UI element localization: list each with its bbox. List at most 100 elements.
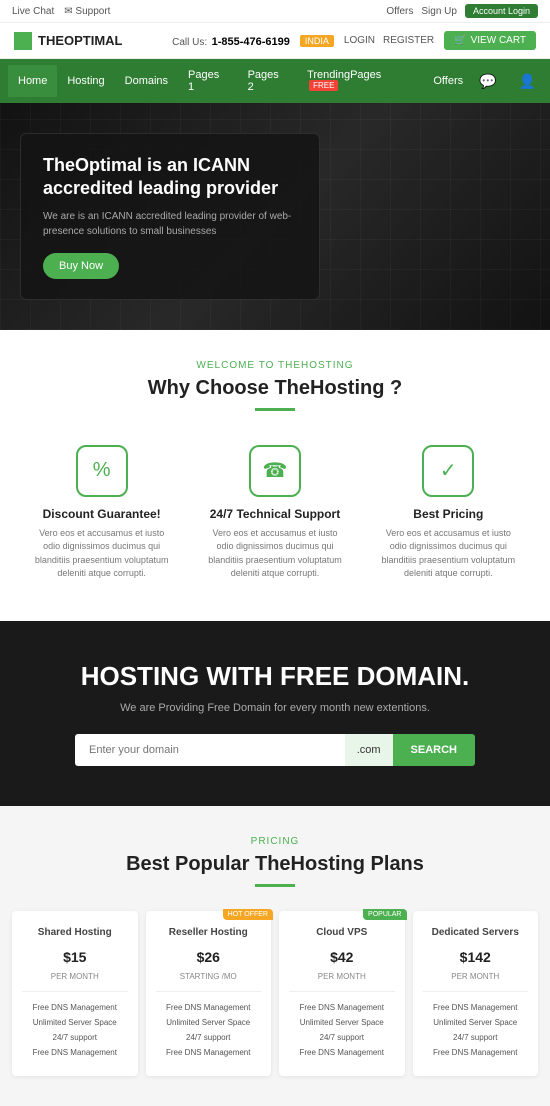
- vps-feature-3: 24/7 support: [289, 1030, 395, 1045]
- offers-link[interactable]: Offers: [386, 6, 413, 17]
- feature-discount-title: Discount Guarantee!: [30, 507, 173, 521]
- pricing-card-shared: Shared Hosting $15 PER MONTH Free DNS Ma…: [12, 911, 138, 1076]
- top-bar-left: Live Chat ✉ Support: [12, 6, 110, 17]
- domain-description: We are Providing Free Domain for every m…: [20, 702, 530, 714]
- dedicated-currency: $: [460, 950, 468, 964]
- dedicated-title: Dedicated Servers: [423, 927, 529, 938]
- feature-discount: % Discount Guarantee! Vero eos et accusa…: [20, 435, 183, 591]
- dedicated-feature-4: Free DNS Management: [423, 1045, 529, 1060]
- support-icon: ☎: [249, 445, 301, 497]
- nav-home[interactable]: Home: [8, 65, 57, 97]
- buy-now-button[interactable]: Buy Now: [43, 253, 119, 279]
- login-link[interactable]: LOGIN: [344, 35, 375, 46]
- trending-badge: FREE: [309, 80, 338, 91]
- vps-feature-1: Free DNS Management: [289, 1000, 395, 1015]
- hero-content: TheOptimal is an ICANN accredited leadin…: [20, 133, 320, 300]
- chat-icon[interactable]: 💬: [473, 65, 502, 98]
- domain-search-button[interactable]: SEARCH: [393, 734, 475, 766]
- nav-offers[interactable]: Offers: [423, 65, 473, 97]
- feature-pricing-title: Best Pricing: [377, 507, 520, 521]
- nav-icons: 💬 👤: [473, 65, 542, 98]
- top-bar: Live Chat ✉ Support Offers Sign Up Accou…: [0, 0, 550, 23]
- feature-support-title: 24/7 Technical Support: [203, 507, 346, 521]
- why-divider: [255, 408, 295, 411]
- user-icon[interactable]: 👤: [513, 65, 542, 98]
- why-section: WELCOME TO THEHOSTING Why Choose TheHost…: [0, 330, 550, 621]
- nav-pages1[interactable]: Pages 1: [178, 59, 238, 103]
- logo-text: THEOPTIMAL: [38, 33, 123, 48]
- shared-title: Shared Hosting: [22, 927, 128, 938]
- header-right: Call Us: 1-855-476-6199 INDIA LOGIN REGI…: [172, 31, 536, 50]
- nav-hosting[interactable]: Hosting: [57, 65, 114, 97]
- feature-pricing: ✓ Best Pricing Vero eos et accusamus et …: [367, 435, 530, 591]
- vps-period: PER MONTH: [289, 972, 395, 981]
- features-list: % Discount Guarantee! Vero eos et accusa…: [20, 435, 530, 591]
- vps-feature-4: Free DNS Management: [289, 1045, 395, 1060]
- domain-search-bar: .com SEARCH: [75, 734, 475, 766]
- feature-pricing-desc: Vero eos et accusamus et iusto odio dign…: [377, 527, 520, 581]
- sign-up-link[interactable]: Sign Up: [421, 6, 457, 17]
- domain-section: HOSTING WITH FREE DOMAIN. We are Providi…: [0, 621, 550, 806]
- shared-feature-2: Unlimited Server Space: [22, 1015, 128, 1030]
- pricing-card-vps: POPULAR Cloud VPS $42 PER MONTH Free DNS…: [279, 911, 405, 1076]
- shared-feature-1: Free DNS Management: [22, 1000, 128, 1015]
- vps-currency: $: [330, 950, 338, 964]
- shared-price: $15: [22, 946, 128, 972]
- shared-currency: $: [63, 950, 71, 964]
- hot-offer-badge: HOT OFFER: [223, 909, 273, 920]
- domain-extension: .com: [345, 734, 393, 766]
- feature-support-desc: Vero eos et accusamus et iusto odio dign…: [203, 527, 346, 581]
- hero-title: TheOptimal is an ICANN accredited leadin…: [43, 154, 297, 201]
- shared-feature-4: Free DNS Management: [22, 1045, 128, 1060]
- logo-icon: [14, 32, 32, 50]
- main-nav: Home Hosting Domains Pages 1 Pages 2 Tre…: [0, 59, 550, 103]
- register-link[interactable]: REGISTER: [383, 35, 434, 46]
- reseller-feature-1: Free DNS Management: [156, 1000, 262, 1015]
- why-pre-title: WELCOME TO THEHOSTING: [20, 360, 530, 371]
- why-title: Why Choose TheHosting ?: [20, 377, 530, 400]
- reseller-currency: $: [197, 950, 205, 964]
- india-badge: INDIA: [300, 35, 334, 47]
- pricing-check-icon: ✓: [422, 445, 474, 497]
- dedicated-feature-3: 24/7 support: [423, 1030, 529, 1045]
- vps-feature-2: Unlimited Server Space: [289, 1015, 395, 1030]
- pricing-divider: [255, 884, 295, 887]
- pricing-card-dedicated: Dedicated Servers $142 PER MONTH Free DN…: [413, 911, 539, 1076]
- pricing-section: PRICING Best Popular TheHosting Plans Sh…: [0, 806, 550, 1106]
- header-links: LOGIN REGISTER: [344, 35, 434, 46]
- live-chat-link[interactable]: Live Chat: [12, 6, 54, 17]
- shared-feature-3: 24/7 support: [22, 1030, 128, 1045]
- reseller-feature-2: Unlimited Server Space: [156, 1015, 262, 1030]
- shared-period: PER MONTH: [22, 972, 128, 981]
- vps-price: $42: [289, 946, 395, 972]
- pricing-cards: Shared Hosting $15 PER MONTH Free DNS Ma…: [12, 911, 538, 1076]
- phone-number: Call Us: 1-855-476-6199: [172, 32, 290, 50]
- dedicated-feature-1: Free DNS Management: [423, 1000, 529, 1015]
- logo[interactable]: THEOPTIMAL: [14, 32, 123, 50]
- domain-search-input[interactable]: [75, 734, 345, 766]
- vps-title: Cloud VPS: [289, 927, 395, 938]
- reseller-price: $26: [156, 946, 262, 972]
- support-link[interactable]: ✉ Support: [64, 6, 110, 17]
- feature-discount-desc: Vero eos et accusamus et iusto odio dign…: [30, 527, 173, 581]
- dedicated-price: $142: [423, 946, 529, 972]
- nav-pages2[interactable]: Pages 2: [238, 59, 298, 103]
- header: THEOPTIMAL Call Us: 1-855-476-6199 INDIA…: [0, 23, 550, 59]
- pricing-card-reseller: HOT OFFER Reseller Hosting $26 STARTING …: [146, 911, 272, 1076]
- feature-support: ☎ 24/7 Technical Support Vero eos et acc…: [193, 435, 356, 591]
- reseller-feature-4: Free DNS Management: [156, 1045, 262, 1060]
- nav-domains[interactable]: Domains: [115, 65, 178, 97]
- hero-section: TheOptimal is an ICANN accredited leadin…: [0, 103, 550, 330]
- nav-trending[interactable]: TrendingPages FREE: [297, 59, 423, 103]
- discount-icon: %: [76, 445, 128, 497]
- reseller-title: Reseller Hosting: [156, 927, 262, 938]
- dedicated-period: PER MONTH: [423, 972, 529, 981]
- domain-title: HOSTING WITH FREE DOMAIN.: [20, 661, 530, 692]
- view-cart-button[interactable]: 🛒 VIEW CART: [444, 31, 536, 50]
- pricing-pre-title: PRICING: [12, 836, 538, 847]
- account-login-button[interactable]: Account Login: [465, 4, 538, 18]
- top-bar-right: Offers Sign Up Account Login: [386, 4, 538, 18]
- hero-box: TheOptimal is an ICANN accredited leadin…: [20, 133, 320, 300]
- pricing-title: Best Popular TheHosting Plans: [12, 853, 538, 876]
- reseller-feature-3: 24/7 support: [156, 1030, 262, 1045]
